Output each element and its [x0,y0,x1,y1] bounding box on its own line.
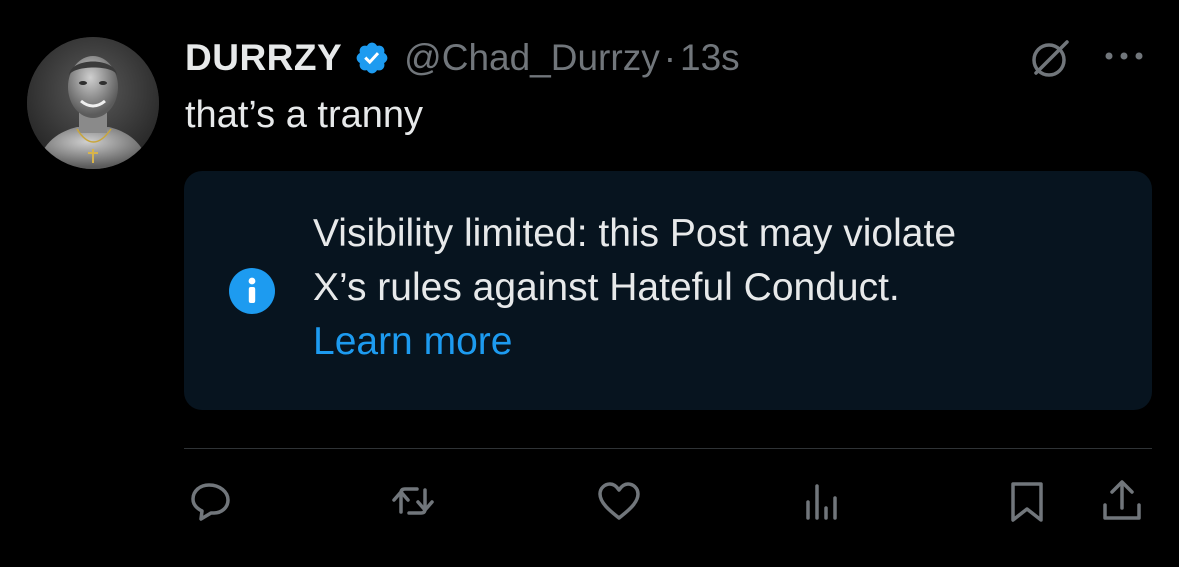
reply-icon [191,483,230,521]
like-icon [598,482,640,520]
verified-badge-icon [356,42,388,74]
share-button[interactable] [1099,478,1145,524]
share-icon [1103,480,1141,520]
tweet-header: DURRZY @Chad_Durrzy · 13s [185,33,740,83]
divider [184,448,1152,449]
tweet-text: that’s a tranny [185,94,424,136]
learn-more-link[interactable]: Learn more [313,315,1113,369]
notice-line-1: Visibility limited: this Post may violat… [313,212,957,255]
retweet-button[interactable] [390,478,436,524]
info-icon [229,268,275,314]
more-icon[interactable] [1102,46,1146,66]
bookmark-icon [1011,482,1043,522]
author-name[interactable]: DURRZY [185,37,342,79]
views-button[interactable] [800,478,846,524]
author-handle[interactable]: @Chad_Durrzy [404,37,660,79]
notice-text: Visibility limited: this Post may violat… [313,207,1113,369]
retweet-icon [392,487,434,515]
notice-line-2: X’s rules against Hateful Conduct. [313,266,900,309]
like-button[interactable] [596,478,642,524]
visibility-notice: Visibility limited: this Post may violat… [184,171,1152,410]
reply-button[interactable] [188,478,234,524]
bookmark-button[interactable] [1004,478,1050,524]
timestamp[interactable]: 13s [680,37,740,79]
grok-icon[interactable] [1027,36,1073,82]
avatar[interactable] [27,37,159,169]
separator-dot: · [663,37,677,78]
views-icon [806,484,837,520]
